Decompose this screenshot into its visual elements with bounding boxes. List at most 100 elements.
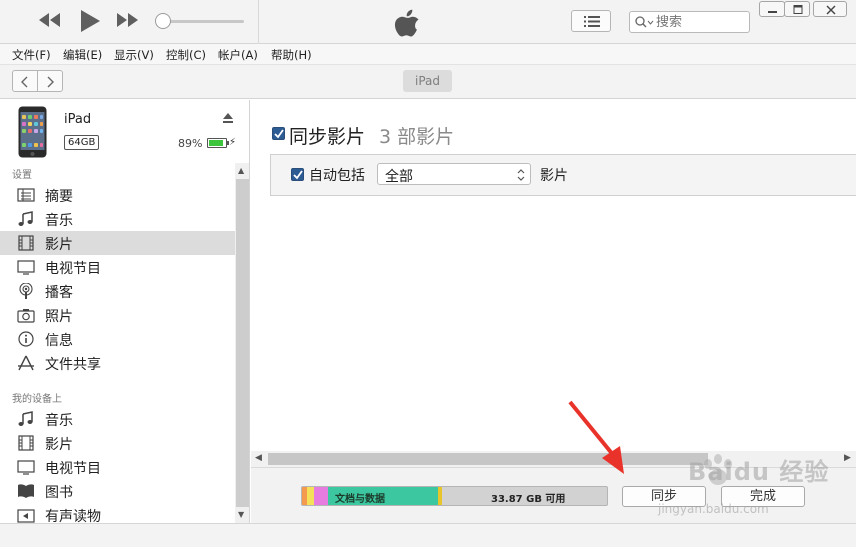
chevron-left-icon (21, 76, 28, 88)
auto-include-value: 全部 (385, 169, 413, 185)
storage-capacity-bar: 文档与数据 33.87 GB 可用 (301, 486, 608, 506)
back-button[interactable] (12, 70, 38, 92)
sidebar-item-podcasts[interactable]: 播客 (0, 279, 236, 303)
sidebar-scrollbar[interactable]: ▲ ▼ (235, 163, 249, 523)
music-icon (18, 411, 33, 426)
camera-icon (17, 309, 35, 323)
chevron-right-icon (47, 76, 54, 88)
sync-button[interactable]: 同步 (622, 486, 706, 507)
done-button[interactable]: 完成 (721, 486, 805, 507)
menu-bar: 文件(F) 编辑(E) 显示(V) 控制(C) 帐户(A) 帮助(H) (0, 44, 856, 65)
search-field[interactable] (629, 11, 750, 33)
auto-include-label: 自动包括 (309, 168, 365, 184)
storage-segment-apps (314, 487, 328, 505)
scroll-right-icon[interactable]: ▶ (844, 453, 851, 463)
rewind-icon (39, 13, 60, 27)
ipad-device-icon (18, 106, 47, 158)
sidebar-item-label: 音乐 (45, 213, 73, 229)
sidebar-item-music[interactable]: 音乐 (0, 207, 236, 231)
movies-suffix-label: 影片 (540, 168, 568, 184)
list-icon (584, 16, 600, 27)
sidebar-item-label: 电视节目 (45, 461, 101, 477)
toolbar-divider (258, 0, 259, 44)
scroll-up-icon[interactable]: ▲ (238, 166, 244, 175)
eject-icon[interactable] (222, 112, 234, 124)
sidebar-item-info[interactable]: 信息 (0, 327, 236, 351)
checkmark-icon (293, 170, 303, 180)
sidebar-item-label: 信息 (45, 333, 73, 349)
info-icon (18, 331, 34, 347)
main-content: 同步影片 3 部影片 自动包括 全部 影片 ◀ ▶ 文档与数据 33.87 GB… (251, 100, 856, 523)
auto-include-checkbox[interactable] (291, 168, 304, 181)
device-name: iPad (64, 112, 92, 127)
menu-file[interactable]: 文件(F) (12, 47, 51, 63)
device-capacity-badge: 64GB (64, 135, 100, 150)
close-button[interactable] (813, 1, 847, 17)
minimize-icon (768, 11, 777, 13)
fast-forward-button[interactable] (116, 10, 140, 34)
sidebar-item-label: 电视节目 (45, 261, 101, 277)
status-bar (0, 523, 856, 547)
free-space-label: 33.87 GB 可用 (491, 494, 566, 505)
volume-knob[interactable] (155, 13, 171, 29)
sidebar-item-label: 文件共享 (45, 357, 101, 373)
auto-include-select[interactable]: 全部 (377, 163, 531, 185)
maximize-button[interactable] (784, 1, 810, 17)
scroll-left-icon[interactable]: ◀ (255, 453, 262, 463)
play-icon (81, 10, 100, 32)
device-pill[interactable]: iPad (403, 70, 452, 92)
sidebar-item-movies[interactable]: 影片 (0, 231, 236, 255)
play-button[interactable] (80, 10, 100, 39)
book-icon (18, 484, 34, 498)
nav-bar: iPad (0, 65, 856, 99)
battery-percent: 89% (178, 137, 203, 150)
checkmark-icon (274, 129, 284, 139)
sidebar-item-summary[interactable]: 摘要 (0, 183, 236, 207)
sidebar-item-label: 照片 (45, 309, 73, 325)
sidebar-item-tv-shows[interactable]: 电视节目 (0, 255, 236, 279)
search-icon (635, 16, 654, 28)
sidebar-item-device-books[interactable]: 图书 (0, 479, 236, 503)
list-view-button[interactable] (571, 10, 611, 32)
minimize-button[interactable] (759, 1, 785, 17)
sidebar-item-photos[interactable]: 照片 (0, 303, 236, 327)
podcast-icon (19, 283, 33, 299)
film-icon (18, 235, 34, 251)
menu-edit[interactable]: 编辑(E) (63, 47, 102, 63)
sync-movies-checkbox[interactable] (272, 127, 285, 140)
sidebar-item-label: 影片 (45, 437, 73, 453)
sidebar-item-device-music[interactable]: 音乐 (0, 407, 236, 431)
scroll-down-icon[interactable]: ▼ (238, 510, 244, 519)
menu-controls[interactable]: 控制(C) (166, 47, 206, 63)
sidebar-item-device-tv-shows[interactable]: 电视节目 (0, 455, 236, 479)
settings-section-header: 设置 (12, 170, 32, 181)
sidebar-item-device-movies[interactable]: 影片 (0, 431, 236, 455)
sidebar-scroll-thumb[interactable] (236, 179, 249, 507)
sidebar-item-label: 播客 (45, 285, 73, 301)
summary-icon (17, 188, 35, 202)
menu-help[interactable]: 帮助(H) (271, 47, 312, 63)
search-input[interactable] (656, 13, 748, 31)
audiobook-icon (17, 509, 35, 523)
rewind-button[interactable] (38, 10, 62, 34)
charging-icon: ⚡ (229, 137, 237, 148)
forward-button[interactable] (37, 70, 63, 92)
apple-logo-icon (394, 9, 419, 37)
menu-view[interactable]: 显示(V) (114, 47, 154, 63)
volume-slider[interactable] (164, 20, 244, 23)
horizontal-scroll-thumb[interactable] (268, 453, 708, 465)
documents-data-label: 文档与数据 (335, 494, 385, 505)
auto-include-panel: 自动包括 全部 影片 (270, 154, 856, 196)
storage-segment-photos (307, 487, 314, 505)
film-icon (18, 435, 34, 451)
horizontal-scrollbar[interactable]: ◀ ▶ (251, 451, 856, 467)
sidebar-item-label: 音乐 (45, 413, 73, 429)
chevron-up-down-icon (517, 169, 525, 181)
menu-account[interactable]: 帐户(A) (218, 47, 258, 63)
storage-segment-misc (438, 487, 442, 505)
sync-movies-label: 同步影片 (289, 126, 366, 148)
music-icon (18, 211, 33, 226)
sidebar-item-device-audiobooks[interactable]: 有声读物 (0, 503, 236, 523)
sidebar-item-file-sharing[interactable]: 文件共享 (0, 351, 236, 375)
fast-forward-icon (117, 13, 138, 27)
